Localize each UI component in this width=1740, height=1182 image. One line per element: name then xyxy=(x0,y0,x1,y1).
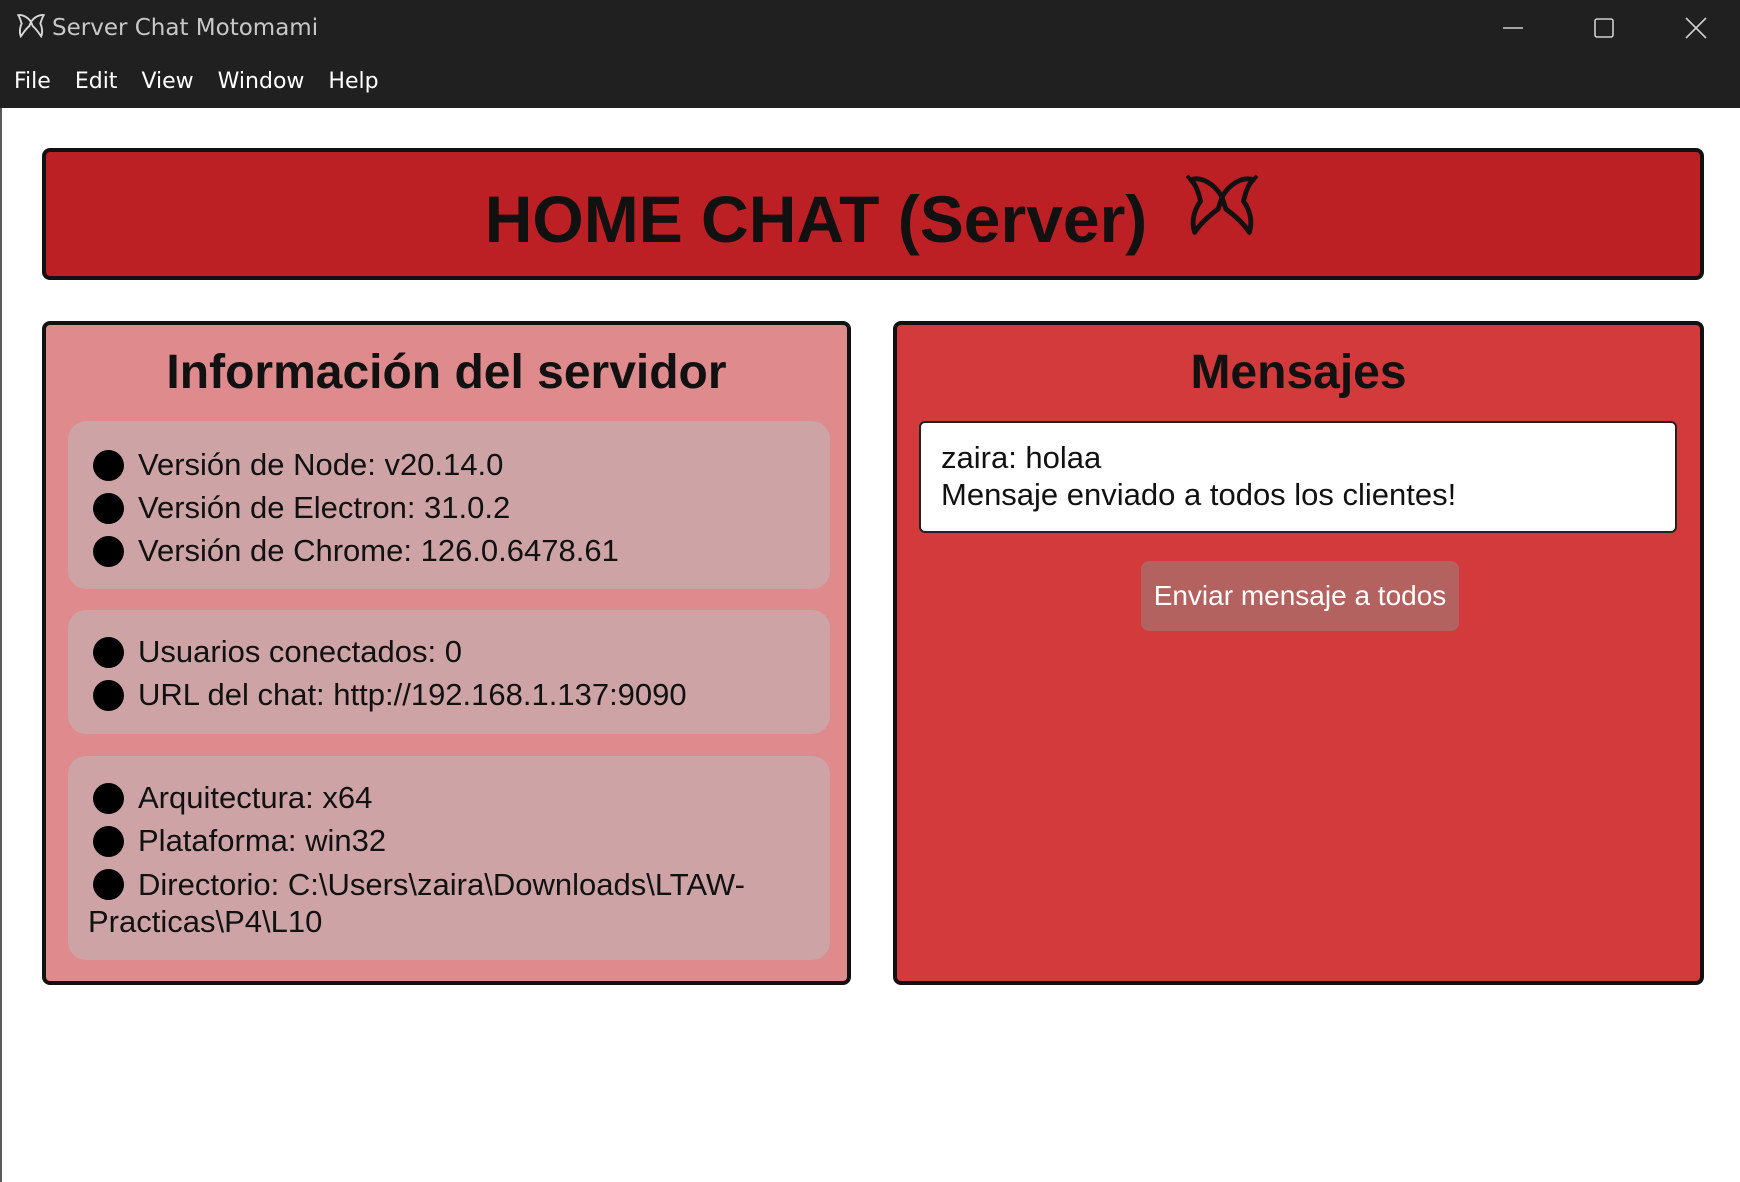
messages-log[interactable]: zaira: holaa Mensaje enviado a todos los… xyxy=(919,421,1677,533)
list-item: Plataforma: win32 xyxy=(68,819,830,862)
message-item: Mensaje enviado a todos los clientes! xyxy=(941,477,1457,512)
maximize-button[interactable] xyxy=(1558,0,1650,56)
list-item: URL del chat: http://192.168.1.137:9090 xyxy=(68,673,830,716)
connected-users: Usuarios conectados: 0 xyxy=(138,634,462,669)
platform: Plataforma: win32 xyxy=(138,823,387,858)
header-banner: HOME CHAT (Server) xyxy=(42,148,1704,280)
directory: Directorio: C:\Users\zaira\Downloads\LTA… xyxy=(88,867,745,939)
page-title: HOME CHAT (Server) xyxy=(484,182,1148,256)
menu-window[interactable]: Window xyxy=(206,62,317,102)
close-icon xyxy=(1685,17,1707,39)
bullet-icon xyxy=(93,783,124,814)
server-info-title: Información del servidor xyxy=(166,346,727,399)
send-to-all-button[interactable]: Enviar mensaje a todos xyxy=(1141,561,1459,631)
messages-panel: Mensajes zaira: holaa Mensaje enviado a … xyxy=(893,321,1704,985)
list-item: Usuarios conectados: 0 xyxy=(68,630,830,673)
bullet-icon xyxy=(93,869,124,900)
menu-help[interactable]: Help xyxy=(316,62,390,102)
architecture: Arquitectura: x64 xyxy=(138,780,373,815)
chat-url: URL del chat: http://192.168.1.137:9090 xyxy=(138,677,687,712)
chrome-version: Versión de Chrome: 126.0.6478.61 xyxy=(138,533,619,568)
list-item: Arquitectura: x64 xyxy=(68,776,830,819)
window-title: Server Chat Motomami xyxy=(52,15,319,41)
list-item: Versión de Electron: 31.0.2 xyxy=(68,486,830,529)
list-item: Directorio: C:\Users\zaira\Downloads\LTA… xyxy=(68,866,830,940)
bullet-icon xyxy=(93,493,124,524)
list-item: Versión de Chrome: 126.0.6478.61 xyxy=(68,529,830,572)
bullet-icon xyxy=(93,536,124,567)
bullet-icon xyxy=(93,826,124,857)
electron-version: Versión de Electron: 31.0.2 xyxy=(138,490,511,525)
system-box: Arquitectura: x64 Plataforma: win32 Dire… xyxy=(68,756,830,960)
title-bar[interactable]: Server Chat Motomami xyxy=(0,0,1740,56)
menu-view[interactable]: View xyxy=(129,62,205,102)
maximize-icon xyxy=(1594,18,1614,38)
versions-box: Versión de Node: v20.14.0 Versión de Ele… xyxy=(68,421,830,589)
list-item: Versión de Node: v20.14.0 xyxy=(68,443,830,486)
menu-edit[interactable]: Edit xyxy=(63,62,130,102)
bullet-icon xyxy=(93,680,124,711)
butterfly-icon xyxy=(1185,174,1259,235)
server-info-panel: Información del servidor Versión de Node… xyxy=(42,321,851,985)
minimize-icon xyxy=(1503,27,1523,29)
messages-title: Mensajes xyxy=(1190,346,1407,399)
bullet-icon xyxy=(93,450,124,481)
butterfly-icon xyxy=(16,14,46,39)
menu-bar: File Edit View Window Help xyxy=(0,56,1740,108)
menu-file[interactable]: File xyxy=(2,62,63,102)
app-window: Server Chat Motomami File Edit View Wind… xyxy=(0,0,1740,1182)
node-version: Versión de Node: v20.14.0 xyxy=(138,447,504,482)
connection-box: Usuarios conectados: 0 URL del chat: htt… xyxy=(68,610,830,734)
minimize-button[interactable] xyxy=(1467,0,1559,56)
close-button[interactable] xyxy=(1650,0,1740,56)
message-item: zaira: holaa xyxy=(941,440,1102,475)
bullet-icon xyxy=(93,637,124,668)
